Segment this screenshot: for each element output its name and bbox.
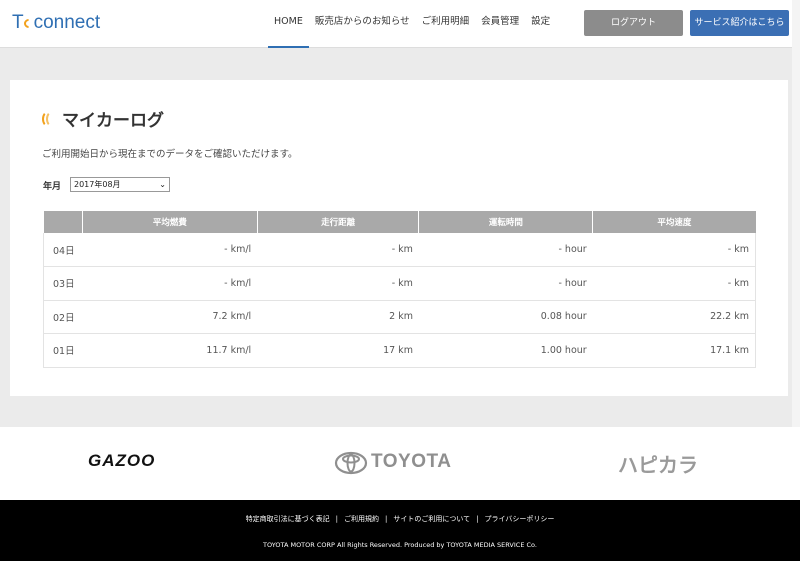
year-month-label: 年月 bbox=[43, 182, 62, 192]
footer-link-site-usage[interactable]: サイトのご利用について bbox=[393, 515, 470, 523]
cell-avg-speed: 22.2 km bbox=[592, 300, 756, 334]
tconnect-logo[interactable]: T connect bbox=[12, 12, 100, 34]
footer-links: 特定商取引法に基づく表記 | ご利用規約 | サイトのご利用について | プライバシーポリシ… bbox=[0, 514, 800, 524]
toyota-logo[interactable]: TOYOTA bbox=[371, 451, 451, 473]
footer-link-privacy[interactable]: プライバシーポリシー bbox=[485, 515, 555, 523]
site-footer: 特定商取引法に基づく表記 | ご利用規約 | サイトのご利用について | プライバシーポリシ… bbox=[0, 500, 800, 561]
nav-usage-details[interactable]: ご利用明細 bbox=[416, 0, 476, 48]
col-day bbox=[43, 211, 83, 233]
nav-home[interactable]: HOME bbox=[268, 0, 309, 48]
cell-drive-time: - hour bbox=[418, 233, 593, 267]
cell-avg-fuel: - km/l bbox=[82, 233, 258, 267]
cell-avg-speed: - km bbox=[592, 266, 756, 301]
cell-day: 01日 bbox=[43, 333, 83, 368]
cell-avg-fuel: 11.7 km/l bbox=[82, 333, 258, 368]
table-row: 02日 7.2 km/l 2 km 0.08 hour 22.2 km bbox=[43, 300, 756, 334]
cell-drive-time: 1.00 hour bbox=[418, 333, 593, 368]
log-table: 平均燃費 走行距離 運転時間 平均速度 04日 - km/l - km - ho… bbox=[43, 211, 756, 368]
logo-t: T bbox=[12, 12, 24, 33]
service-intro-button[interactable]: サービス紹介はこちら bbox=[690, 10, 789, 36]
mycar-log-card: マイカーログ ご利用開始日から現在までのデータをご確認いただけます。 年月 20… bbox=[10, 80, 788, 396]
gazoo-logo[interactable]: GAZOO bbox=[88, 451, 155, 471]
cell-avg-fuel: - km/l bbox=[82, 266, 258, 301]
logout-button[interactable]: ログアウト bbox=[584, 10, 683, 36]
col-avg-speed: 平均速度 bbox=[592, 211, 756, 233]
nav-settings[interactable]: 設定 bbox=[525, 0, 556, 48]
nav-dealer-news[interactable]: 販売店からのお知らせ bbox=[309, 0, 416, 48]
cell-distance: - km bbox=[257, 233, 419, 267]
cell-day: 02日 bbox=[43, 300, 83, 334]
page-title: マイカーログ bbox=[62, 111, 164, 131]
table-row: 04日 - km/l - km - hour - km bbox=[43, 233, 756, 267]
table-header-row: 平均燃費 走行距離 運転時間 平均速度 bbox=[43, 211, 756, 233]
cell-distance: - km bbox=[257, 266, 419, 301]
copyright: TOYOTA MOTOR CORP All Rights Reserved. P… bbox=[263, 541, 537, 549]
cell-avg-fuel: 7.2 km/l bbox=[82, 300, 258, 334]
site-header: T connect HOME 販売店からのお知らせ ご利用明細 会員管理 設定 … bbox=[0, 0, 800, 48]
chevron-down-icon: ⌄ bbox=[159, 180, 166, 189]
page-description: ご利用開始日から現在までのデータをご確認いただけます。 bbox=[42, 149, 298, 160]
col-distance: 走行距離 bbox=[257, 211, 420, 233]
logo-text: connect bbox=[33, 12, 101, 33]
divider: | bbox=[384, 515, 388, 523]
col-drive-time: 運転時間 bbox=[418, 211, 594, 233]
cell-drive-time: - hour bbox=[418, 266, 593, 301]
cell-distance: 2 km bbox=[257, 300, 419, 334]
cell-avg-speed: 17.1 km bbox=[592, 333, 756, 368]
year-month-value: 2017年08月 bbox=[74, 180, 121, 189]
footer-link-terms[interactable]: ご利用規約 bbox=[344, 515, 379, 523]
page-title-wrap: マイカーログ bbox=[42, 106, 164, 131]
partner-brands: GAZOO TOYOTA ハピカラ bbox=[0, 427, 800, 500]
hapikara-logo[interactable]: ハピカラ bbox=[618, 449, 698, 478]
cell-avg-speed: - km bbox=[592, 233, 756, 267]
divider: | bbox=[476, 515, 479, 523]
main-nav: HOME 販売店からのお知らせ ご利用明細 会員管理 設定 bbox=[268, 0, 556, 48]
table-row: 01日 11.7 km/l 17 km 1.00 hour 17.1 km bbox=[43, 333, 756, 368]
toyota-emblem-icon bbox=[334, 451, 368, 475]
cell-drive-time: 0.08 hour bbox=[418, 300, 593, 334]
year-month-select[interactable]: 2017年08月 ⌄ bbox=[70, 177, 170, 192]
cell-day: 04日 bbox=[43, 233, 83, 267]
divider: | bbox=[335, 515, 338, 523]
nav-member-management[interactable]: 会員管理 bbox=[475, 0, 525, 48]
cell-day: 03日 bbox=[43, 266, 83, 301]
table-row: 03日 - km/l - km - hour - km bbox=[43, 266, 756, 301]
cell-distance: 17 km bbox=[257, 333, 419, 368]
footer-link-commerce-act[interactable]: 特定商取引法に基づく表記 bbox=[246, 515, 330, 523]
col-avg-fuel: 平均燃費 bbox=[82, 211, 258, 233]
signal-icon bbox=[42, 110, 54, 127]
